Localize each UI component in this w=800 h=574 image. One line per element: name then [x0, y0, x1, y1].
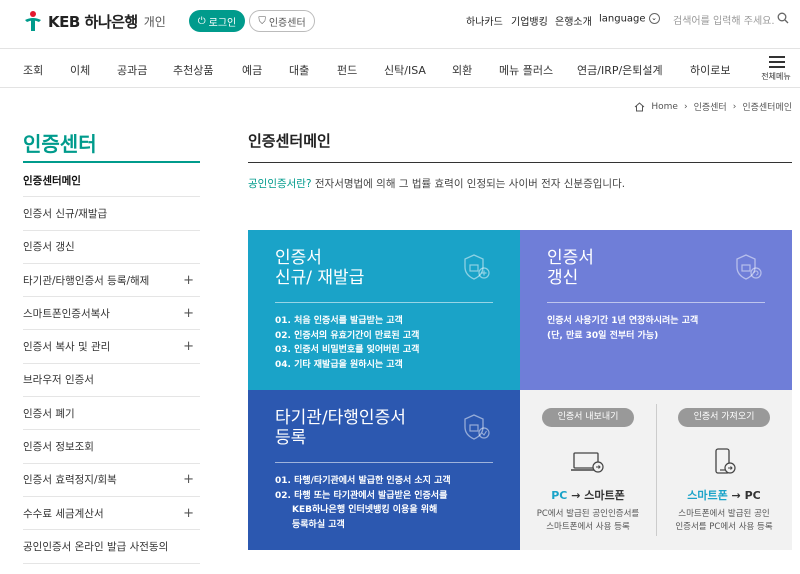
tile-divider: [275, 302, 493, 303]
nav-item-inquiry[interactable]: 조회: [23, 62, 43, 78]
intro-highlight: 공인인증서란?: [248, 178, 312, 190]
nav-item-trust[interactable]: 신탁/ISA: [384, 62, 426, 78]
tile-cert-copy: 인증서 내보내기 PC → 스마트폰 PC에서 발급된 공인인증서를 스마트폰에…: [520, 390, 792, 550]
util-link-corporate[interactable]: 기업뱅킹: [511, 13, 548, 28]
nav-item-forex[interactable]: 외환: [452, 62, 472, 78]
sidebar-item-info[interactable]: 인증서 정보조회: [23, 430, 200, 464]
chevron-right-icon: ›: [683, 101, 688, 112]
tile-divider: [275, 462, 493, 463]
search-input[interactable]: 검색어를 입력해 주세요.: [673, 12, 775, 27]
breadcrumb-home[interactable]: Home: [651, 102, 678, 112]
util-link-hanacard[interactable]: 하나카드: [466, 13, 503, 28]
breadcrumb-current: 인증센터메인: [742, 103, 792, 113]
tile-other-register[interactable]: 타기관/타행인증서 등록 01. 타행/타기관에서 발급한 인증서 소지 고객 …: [248, 390, 520, 550]
sidebar-menu: 인증센터메인 인증서 신규/재발급 인증서 갱신 타기관/타행인증서 등록/해제…: [23, 164, 200, 564]
logo-sub: 개인: [143, 14, 166, 29]
tile-list: 01. 타행/타기관에서 발급한 인증서 소지 고객 02. 타행 또는 타기관…: [275, 476, 451, 530]
intro-text: 공인인증서란? 전자서명법에 의해 그 법률 효력이 인정되는 사이버 전자 신…: [248, 178, 626, 190]
main-nav: 조회 이체 공과금 추천상품 예금 대출 펀드 신탁/ISA 외환 메뉴 플러스…: [0, 48, 800, 88]
nav-item-fund[interactable]: 펀드: [337, 62, 357, 78]
sidebar-item-new-reissue[interactable]: 인증서 신규/재발급: [23, 197, 200, 231]
sidebar-item-other-register[interactable]: 타기관/타행인증서 등록/해제 +: [23, 264, 200, 298]
sidebar-item-browser-cert[interactable]: 브라우저 인증서: [23, 364, 200, 398]
nav-item-utility[interactable]: 공과금: [117, 62, 147, 78]
search-icon[interactable]: [777, 12, 789, 24]
util-link-language[interactable]: language ⌄: [599, 13, 660, 25]
login-button[interactable]: ⏻ 로그인: [189, 10, 245, 32]
import-flow: 스마트폰 → PC: [687, 489, 761, 502]
tile-divider: [547, 302, 765, 303]
sidebar-item-main[interactable]: 인증센터메인: [23, 164, 200, 198]
nav-item-transfer[interactable]: 이체: [70, 62, 90, 78]
nav-item-hirobo[interactable]: 하이로보: [690, 62, 730, 78]
tile-title: 타기관/타행인증서 등록: [275, 408, 406, 448]
cert-import-panel[interactable]: 인증서 가져오기 스마트폰 → PC 스마트폰에서 발급된 공인 인증서를 PC…: [656, 390, 792, 550]
cert-register-icon: [464, 414, 490, 440]
smartphone-icon: [715, 448, 736, 474]
sidebar-item-fee-invoice[interactable]: 수수료 세금계산서 +: [23, 497, 200, 531]
tile-title: 인증서 갱신: [547, 248, 594, 288]
laptop-icon: [571, 452, 604, 473]
cert-export-panel[interactable]: 인증서 내보내기 PC → 스마트폰 PC에서 발급된 공인인증서를 스마트폰에…: [520, 390, 656, 550]
nav-item-menu-plus[interactable]: 메뉴 플러스: [499, 62, 553, 78]
sidebar-title: 인증센터: [23, 132, 97, 156]
cert-export-badge: 인증서 내보내기: [542, 408, 634, 427]
sidebar-item-online-consent[interactable]: 공인인증서 온라인 발급 사전동의: [23, 530, 200, 564]
tile-list: 01. 처음 인증서를 발급받는 고객 02. 인증서의 유효기간이 만료된 고…: [275, 316, 420, 370]
sidebar-item-suspend[interactable]: 인증서 효력정지/회복 +: [23, 464, 200, 497]
sidebar-item-revoke[interactable]: 인증서 폐기: [23, 397, 200, 431]
page-title: 인증센터메인: [248, 132, 331, 150]
tile-renew[interactable]: 인증서 갱신 인증서 사용기간 1년 연장하시려는 고객 (단, 만료 30일 …: [520, 230, 792, 390]
tile-new-reissue[interactable]: 인증서 신규/ 재발급 01. 처음 인증서를 발급받는 고객 02. 인증서의…: [248, 230, 520, 390]
tile-list: 인증서 사용기간 1년 연장하시려는 고객 (단, 만료 30일 전부터 가능): [547, 316, 699, 341]
shield-icon: ⛉: [258, 15, 266, 27]
sidebar-item-renew[interactable]: 인증서 갱신: [23, 231, 200, 264]
cert-renew-icon: [736, 254, 762, 280]
all-menu-button[interactable]: 전체메뉴: [761, 56, 791, 82]
nav-item-deposit[interactable]: 예금: [242, 62, 262, 78]
chevron-down-icon: ⌄: [648, 13, 660, 24]
title-divider: [248, 162, 792, 163]
hana-logo[interactable]: KEB 하나은행 개인: [22, 10, 166, 32]
logo-text: KEB 하나은행: [48, 12, 138, 31]
plus-icon: +: [183, 339, 194, 355]
plus-icon: +: [183, 505, 194, 521]
plus-icon: +: [183, 272, 194, 288]
home-icon: [635, 101, 645, 111]
nav-item-recommend[interactable]: 추천상품: [173, 62, 213, 78]
top-header: KEB 하나은행 개인 ⏻ 로그인 ⛉ 인증센터 하나카드 기업뱅킹 은행소개 …: [0, 0, 800, 44]
cert-center-button[interactable]: ⛉ 인증센터: [249, 10, 315, 32]
cert-add-icon: [464, 254, 490, 280]
sidebar-item-copy-manage[interactable]: 인증서 복사 및 관리 +: [23, 330, 200, 364]
nav-item-pension[interactable]: 연금/IRP/은퇴설계: [577, 62, 663, 78]
sidebar-item-smartphone-copy[interactable]: 스마트폰인증서복사 +: [23, 297, 200, 331]
nav-item-loan[interactable]: 대출: [289, 62, 309, 78]
breadcrumb: Home › 인증센터 › 인증센터메인: [634, 100, 792, 113]
tile-title: 인증서 신규/ 재발급: [275, 248, 365, 288]
sidebar-divider: [23, 161, 200, 163]
breadcrumb-cert-center[interactable]: 인증센터: [694, 100, 727, 113]
import-description: 스마트폰에서 발급된 공인 인증서를 PC에서 사용 등록: [675, 509, 773, 532]
util-link-about[interactable]: 은행소개: [555, 13, 592, 28]
hamburger-icon: [769, 56, 785, 68]
export-flow: PC → 스마트폰: [551, 489, 625, 502]
plus-icon: +: [183, 472, 194, 488]
chevron-right-icon: ›: [732, 101, 737, 112]
plus-icon: +: [183, 305, 194, 321]
export-description: PC에서 발급된 공인인증서를 스마트폰에서 사용 등록: [536, 509, 640, 532]
hana-logo-icon: [25, 11, 41, 31]
cert-import-badge: 인증서 가져오기: [678, 408, 770, 427]
power-icon: ⏻: [197, 15, 206, 27]
